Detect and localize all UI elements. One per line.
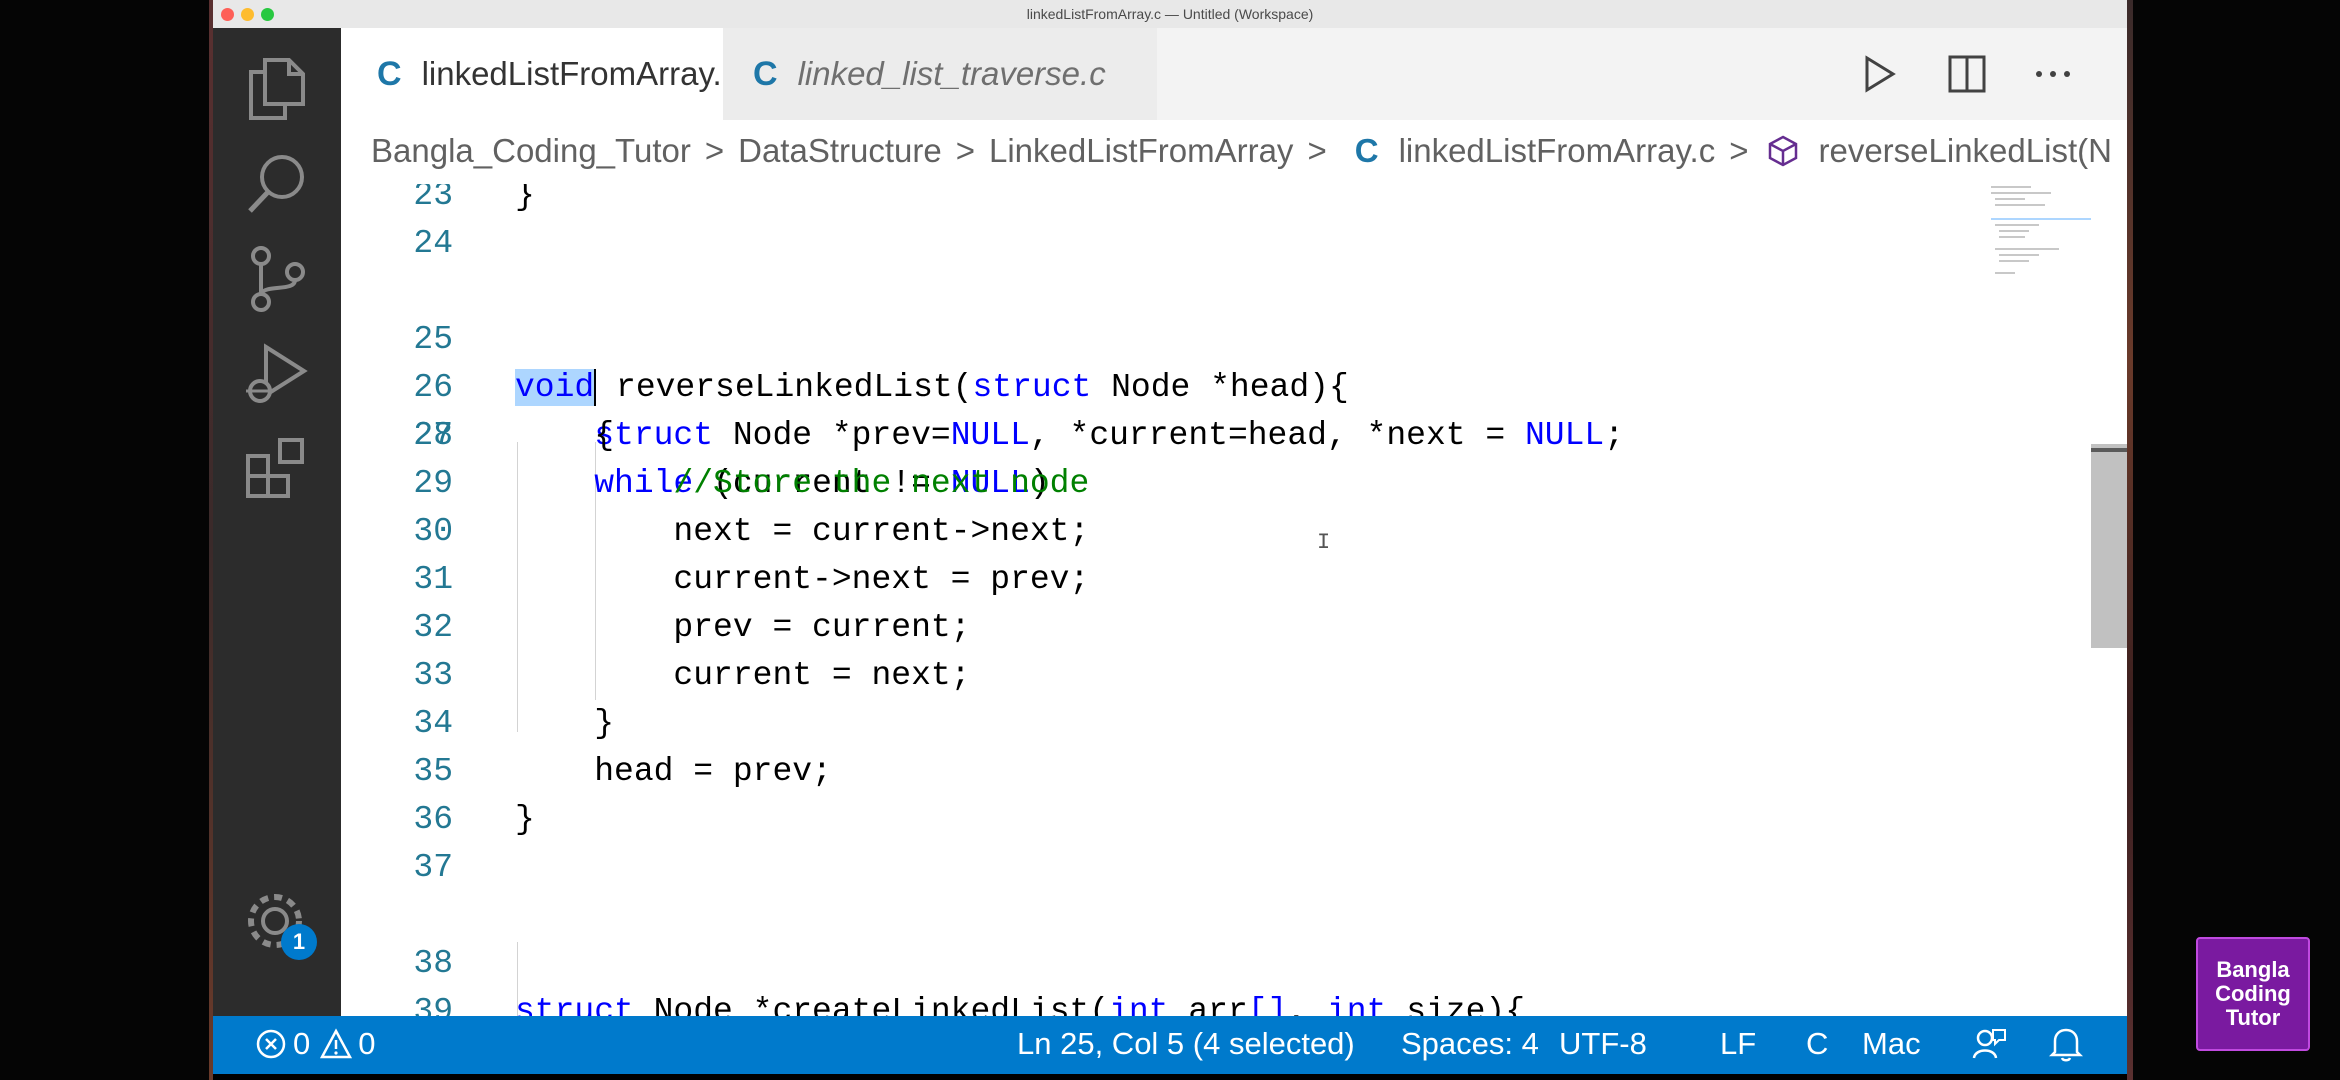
minimap[interactable] — [1991, 184, 2091, 304]
tab-label: linkedListFromArray.c — [421, 55, 739, 92]
bangla-coding-tutor-logo: Bangla Coding Tutor — [2196, 937, 2310, 1051]
code-line: 32 prev = current; — [413, 609, 971, 646]
split-editor-icon[interactable] — [1947, 54, 1987, 99]
tab-label: linked_list_traverse.c — [797, 55, 1106, 92]
tab-linked-list-traverse[interactable]: C linked_list_traverse.c — [723, 28, 1157, 120]
symbol-method-icon — [1766, 134, 1800, 168]
text-cursor-icon: I — [1317, 530, 1331, 555]
code-line: 27 while (current != NULL) — [413, 417, 1050, 502]
breadcrumb: Bangla_Coding_Tutor > DataStructure > Li… — [341, 120, 2127, 184]
code-line: 30 next = current->next; — [413, 513, 1090, 550]
code-line: 40 int i; — [341, 988, 2041, 1016]
screen-frame-right — [2127, 0, 2340, 1080]
notifications-bell-icon[interactable] — [2049, 1026, 2083, 1062]
run-debug-icon[interactable] — [213, 329, 341, 419]
code-line: 39 struct Node *head = NULL, *temp = NUL… — [413, 993, 453, 1016]
code-line: 36} — [413, 801, 535, 838]
extensions-icon[interactable] — [213, 424, 341, 514]
vertical-scrollbar[interactable] — [2091, 444, 2127, 648]
vscode-window: linkedListFromArray.c — Untitled (Worksp… — [213, 0, 2127, 1080]
warning-icon — [320, 1028, 353, 1060]
indentation-setting[interactable]: Spaces: 4 — [1401, 1026, 1539, 1062]
code-line: 33 current = next; — [413, 657, 971, 694]
chevron-right-icon: > — [1729, 132, 1749, 169]
code-line: 37 — [413, 849, 453, 886]
chevron-right-icon: > — [704, 132, 725, 169]
editor-tabs: C linkedListFromArray.c ✕ C linked_list_… — [341, 28, 2127, 120]
feedback-icon[interactable] — [1971, 1026, 2007, 1062]
code-line: 29 //Store the next node — [413, 465, 1090, 502]
screen-bottom-edge — [213, 1074, 2127, 1080]
code-line: 24 — [413, 225, 453, 262]
breadcrumb-item[interactable]: reverseLinkedList(N — [1818, 132, 2111, 170]
code-line: 23} — [413, 184, 535, 214]
window-title: linkedListFromArray.c — Untitled (Worksp… — [1026, 6, 1314, 22]
code-editor[interactable]: 23} 24 25 void reverseLinkedList(struct … — [341, 184, 2127, 1016]
code-line: 34 } — [413, 705, 615, 742]
error-icon — [255, 1028, 287, 1060]
source-control-icon[interactable] — [213, 234, 341, 324]
language-mode[interactable]: C — [1806, 1026, 1828, 1062]
eol-setting[interactable]: LF — [1720, 1026, 1756, 1062]
manage-gear-icon[interactable]: 1 — [213, 878, 341, 968]
c-file-icon: C — [1354, 132, 1379, 169]
activity-bar: 1 — [213, 28, 341, 1016]
status-bar: 0 0 Ln 25, Col 5 (4 selected) Spaces: 4 … — [213, 1016, 2127, 1074]
chevron-right-icon: > — [955, 132, 975, 169]
breadcrumb-item[interactable]: linkedListFromArray.c — [1399, 132, 1716, 170]
run-file-icon[interactable] — [1859, 54, 1899, 99]
breadcrumb-item[interactable]: Bangla_Coding_Tutor — [371, 132, 691, 170]
problems-indicator[interactable]: 0 0 — [255, 1026, 376, 1062]
code-line: 25 void reverseLinkedList(struct Node *h… — [413, 321, 1349, 406]
explorer-icon[interactable] — [213, 44, 341, 134]
code-line: 26 struct Node *prev=NULL, *current=head… — [413, 369, 1625, 454]
screen-frame-left — [0, 0, 213, 1080]
search-icon[interactable] — [213, 139, 341, 229]
code-line: 28 { — [413, 417, 615, 454]
tab-linkedlistfromarray[interactable]: C linkedListFromArray.c ✕ — [341, 28, 781, 120]
c-file-icon: C — [377, 54, 402, 93]
chevron-right-icon: > — [1307, 132, 1327, 169]
breadcrumb-item[interactable]: DataStructure — [738, 132, 942, 170]
cursor-position[interactable]: Ln 25, Col 5 (4 selected) — [1017, 1026, 1355, 1062]
code-line: 35 head = prev; — [413, 753, 832, 790]
breadcrumb-item[interactable]: LinkedListFromArray — [989, 132, 1293, 170]
platform-indicator[interactable]: Mac — [1862, 1026, 1921, 1062]
c-file-icon: C — [753, 54, 778, 93]
more-actions-icon[interactable] — [2033, 54, 2073, 99]
encoding-setting[interactable]: UTF-8 — [1559, 1026, 1647, 1062]
code-line: 38 struct Node *createLinkedList(int arr… — [413, 945, 1526, 1016]
notification-badge: 1 — [281, 924, 317, 960]
title-bar: linkedListFromArray.c — Untitled (Worksp… — [213, 0, 2127, 29]
code-line: 31 current->next = prev; — [413, 561, 1090, 598]
